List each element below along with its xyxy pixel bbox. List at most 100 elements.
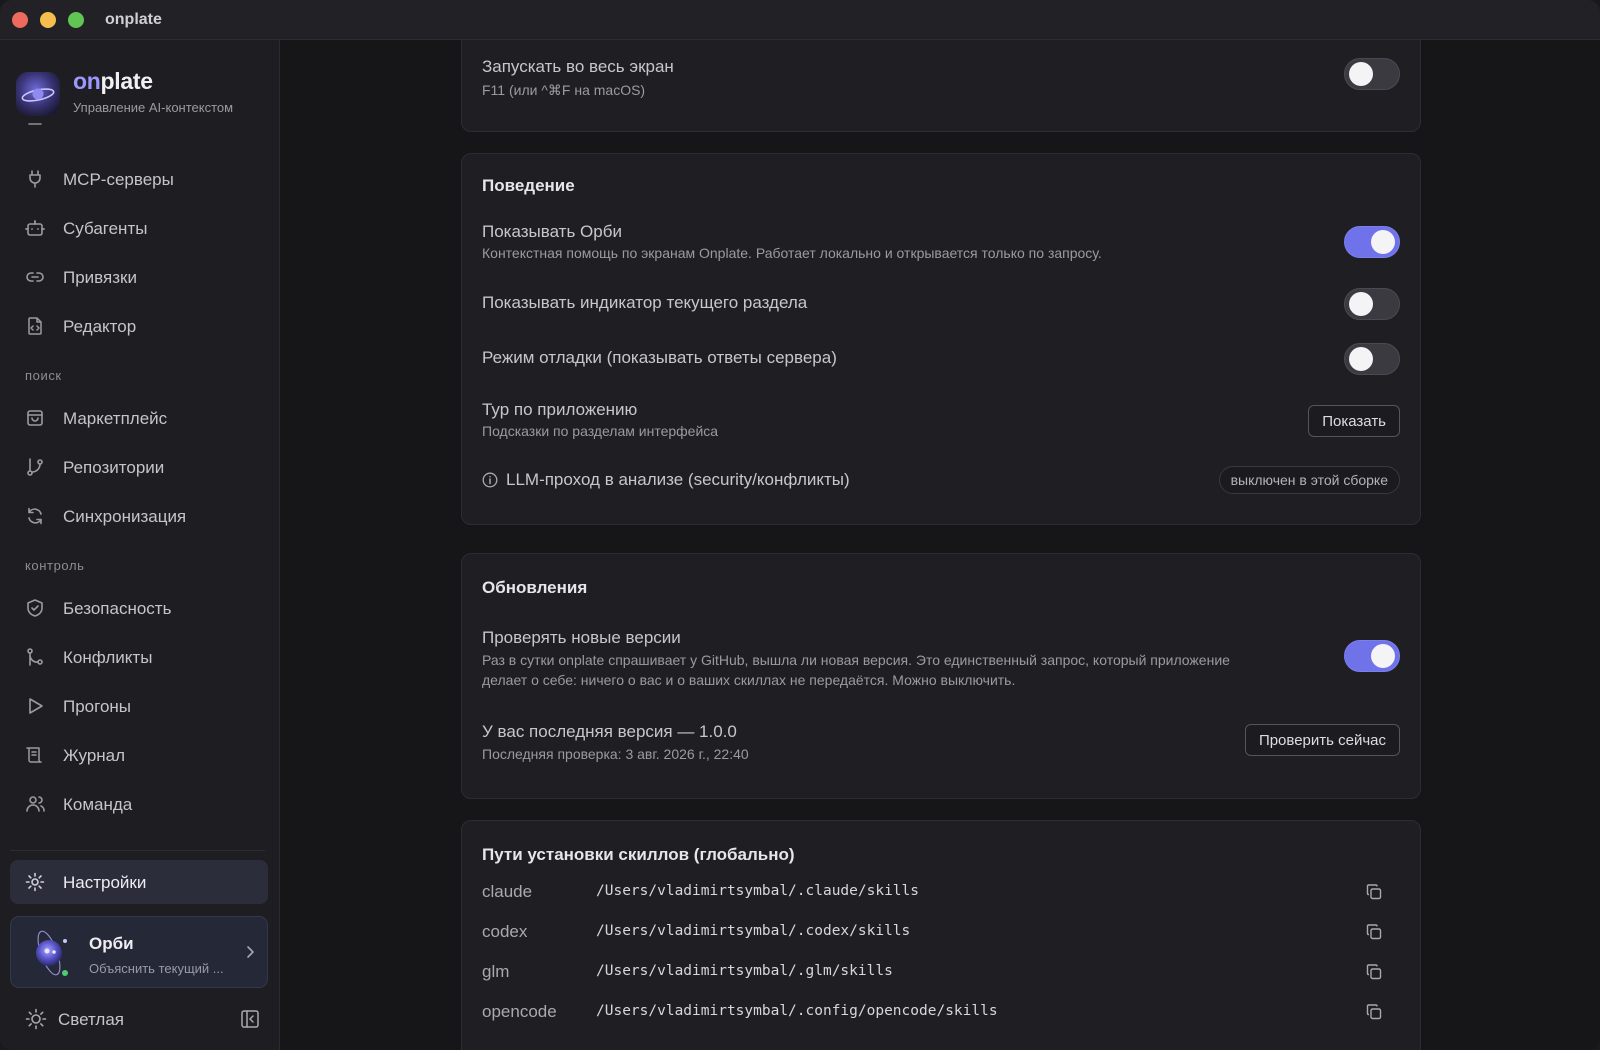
copy-icon[interactable] <box>1365 963 1383 981</box>
sidebar-item-label: Безопасность <box>63 599 172 618</box>
zoom-window-button[interactable] <box>68 12 84 28</box>
sidebar-item-hidden[interactable] <box>10 118 268 140</box>
minimize-window-button[interactable] <box>40 12 56 28</box>
sidebar-item-label: Субагенты <box>63 219 148 238</box>
scroll-icon <box>26 747 42 763</box>
check-updates-title: Проверять новые версии <box>482 628 681 647</box>
section-indicator-toggle[interactable] <box>1344 288 1400 320</box>
gear-icon <box>25 872 45 892</box>
tour-desc: Подсказки по разделам интерфейса <box>482 423 719 439</box>
check-now-button[interactable]: Проверить сейчас <box>1244 724 1400 756</box>
toggle-knob <box>1371 644 1395 668</box>
settings-content: Запускать во весь экран F11 (или ^⌘F на … <box>281 40 1600 1050</box>
store-icon <box>27 410 43 426</box>
sidebar-item-team[interactable]: Команда <box>10 783 268 825</box>
sidebar-item-label: Журнал <box>63 746 126 765</box>
fullscreen-toggle[interactable] <box>1344 58 1400 90</box>
sidebar-item-label: Настройки <box>63 873 147 892</box>
sidebar: onplate Управление AI-контекстом MCP-сер… <box>0 40 280 1050</box>
robot-icon <box>25 220 45 236</box>
orbi-subtitle: Объяснить текущий ... <box>89 961 224 976</box>
section-indicator-title: Показывать индикатор текущего раздела <box>482 293 808 312</box>
sidebar-item-label: Привязки <box>63 268 137 287</box>
path-value: /Users/vladimirtsymbal/.codex/skills <box>596 923 911 939</box>
debug-mode-title: Режим отладки (показывать ответы сервера… <box>482 348 837 367</box>
copy-icon[interactable] <box>1365 883 1383 901</box>
path-row-glm: glm /Users/vladimirtsymbal/.glm/skills <box>482 957 1402 987</box>
sidebar-item-bindings[interactable]: Привязки <box>10 256 268 298</box>
toggle-knob <box>1349 347 1373 371</box>
path-value: /Users/vladimirtsymbal/.config/opencode/… <box>596 1003 998 1019</box>
sidebar-item-label: Редактор <box>63 317 137 336</box>
debug-mode-toggle[interactable] <box>1344 343 1400 375</box>
current-version-title: У вас последняя версия — 1.0.0 <box>482 722 737 741</box>
orbi-name: Орби <box>89 934 134 953</box>
sidebar-item-settings[interactable]: Настройки <box>10 860 268 904</box>
sidebar-item-sync[interactable]: Синхронизация <box>10 495 268 537</box>
path-row-codex: codex /Users/vladimirtsymbal/.codex/skil… <box>482 917 1402 947</box>
tour-title: Тур по приложению <box>482 400 638 419</box>
sidebar-item-label: Маркетплейс <box>63 409 168 428</box>
sidebar-collapse-icon[interactable] <box>240 1009 260 1029</box>
toggle-knob <box>1349 292 1373 316</box>
sidebar-item-conflicts[interactable]: Конфликты <box>10 636 268 678</box>
sun-icon <box>25 1008 47 1030</box>
last-check-desc: Последняя проверка: 3 авг. 2026 г., 22:4… <box>482 746 749 762</box>
check-updates-desc: Раз в сутки onplate спрашивает у GitHub,… <box>482 652 1230 688</box>
sidebar-item-security[interactable]: Безопасность <box>10 587 268 629</box>
users-icon <box>26 796 45 812</box>
path-agent: opencode <box>482 1002 557 1021</box>
behavior-card-title: Поведение <box>482 176 575 195</box>
fullscreen-desc: F11 (или ^⌘F на macOS) <box>482 82 646 98</box>
fullscreen-title: Запускать во весь экран <box>482 57 674 76</box>
show-orbi-desc: Контекстная помощь по экранам Onplate. Р… <box>482 245 1102 261</box>
theme-label: Светлая <box>58 1010 124 1029</box>
git-merge-icon <box>27 648 43 666</box>
onplate-logo-icon <box>16 72 60 116</box>
check-updates-toggle[interactable] <box>1344 640 1400 672</box>
app-window: onplate onplate Управление AI-контекстом… <box>0 0 1600 1050</box>
sidebar-item-editor[interactable]: Редактор <box>10 305 268 347</box>
brand[interactable]: onplate Управление AI-контекстом <box>16 68 266 122</box>
llm-status-badge: выключен в этой сборке <box>1218 466 1400 494</box>
chevron-right-icon <box>247 946 254 958</box>
sidebar-item-label: Прогоны <box>63 697 132 716</box>
copy-icon[interactable] <box>1365 923 1383 941</box>
sidebar-item-runs[interactable]: Прогоны <box>10 685 268 727</box>
sidebar-item-journal[interactable]: Журнал <box>10 734 268 776</box>
paths-card-title: Пути установки скиллов (глобально) <box>482 845 795 864</box>
show-orbi-title: Показывать Орби <box>482 222 622 241</box>
show-orbi-toggle[interactable] <box>1344 226 1400 258</box>
sidebar-item-label: MCP-серверы <box>63 170 174 189</box>
sidebar-item-label: Синхронизация <box>63 507 187 526</box>
show-tour-button[interactable]: Показать <box>1308 405 1400 437</box>
sidebar-item-label: Команда <box>63 795 133 814</box>
llm-pass-title: LLM-проход в анализе (security/конфликты… <box>506 470 850 489</box>
close-window-button[interactable] <box>12 12 28 28</box>
orbi-avatar-icon <box>36 930 68 976</box>
plug-icon <box>29 170 41 188</box>
path-row-claude: claude /Users/vladimirtsymbal/.claude/sk… <box>482 877 1402 907</box>
sidebar-item-repos[interactable]: Репозитории <box>10 446 268 488</box>
toggle-knob <box>1371 230 1395 254</box>
sidebar-item-mcp[interactable]: MCP-серверы <box>10 158 268 200</box>
section-label-search: поиск <box>25 368 62 383</box>
sidebar-divider <box>10 850 265 851</box>
path-value: /Users/vladimirtsymbal/.claude/skills <box>596 883 920 899</box>
brand-name: onplate <box>73 68 153 94</box>
sidebar-item-marketplace[interactable]: Маркетплейс <box>10 397 268 439</box>
theme-toggle[interactable]: Светлая <box>0 1000 280 1040</box>
brand-subtitle: Управление AI-контекстом <box>73 100 234 115</box>
sidebar-item-label: Конфликты <box>63 648 153 667</box>
card-skill-paths: Пути установки скиллов (глобально) claud… <box>461 820 1421 1050</box>
card-behavior: Поведение Показывать Орби Контекстная по… <box>461 153 1421 525</box>
path-agent: glm <box>482 962 510 981</box>
card-display: Запускать во весь экран F11 (или ^⌘F на … <box>461 40 1421 132</box>
card-updates: Обновления Проверять новые версии Раз в … <box>461 553 1421 799</box>
sidebar-item-subagents[interactable]: Субагенты <box>10 207 268 249</box>
git-branch-icon <box>27 458 43 476</box>
toggle-knob <box>1349 62 1373 86</box>
path-value: /Users/vladimirtsymbal/.glm/skills <box>596 963 893 979</box>
copy-icon[interactable] <box>1365 1003 1383 1021</box>
orbi-assistant-card[interactable]: Орби Объяснить текущий ... <box>10 916 268 988</box>
